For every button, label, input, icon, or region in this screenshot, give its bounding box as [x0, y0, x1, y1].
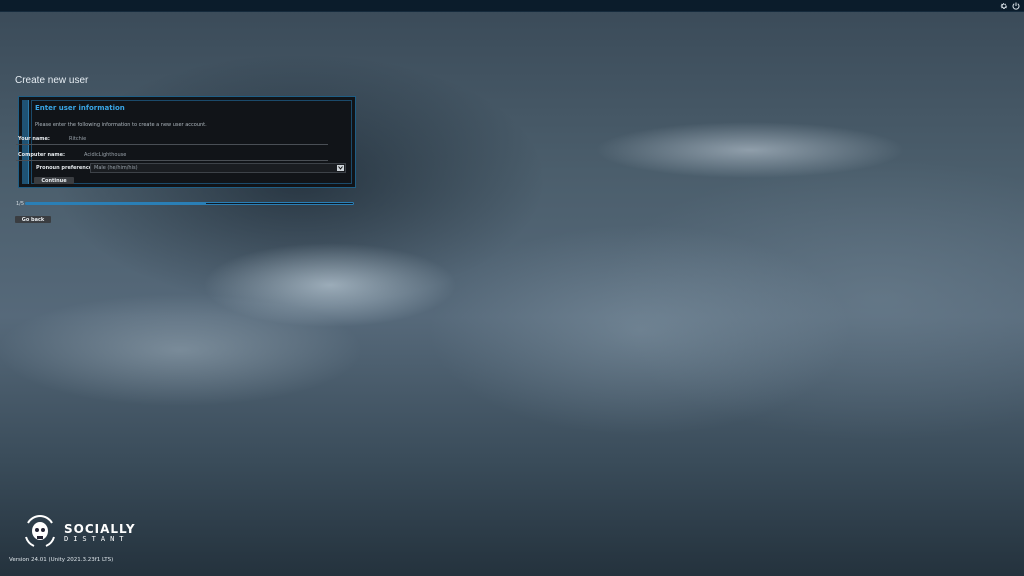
app-logo: SOCIALLY DISTANT	[20, 515, 136, 551]
step-indicator: 1/5	[16, 201, 25, 207]
progress-fill	[26, 203, 206, 204]
pronoun-select[interactable]: Male (he/him/his)	[90, 163, 346, 173]
power-icon[interactable]	[1012, 2, 1020, 10]
top-bar-icons	[1000, 0, 1020, 11]
page-title: Create new user	[15, 75, 89, 86]
logo-line2: DISTANT	[64, 535, 129, 543]
computer-name-underline	[16, 160, 328, 161]
top-bar	[0, 0, 1024, 12]
name-field[interactable]: Your name: Ritchie	[16, 134, 328, 145]
computer-name-label: Computer name:	[18, 152, 65, 158]
logo-line1: SOCIALLY	[64, 522, 136, 536]
gear-icon[interactable]	[1000, 2, 1008, 10]
pronoun-selected-value: Male (he/him/his)	[94, 165, 138, 171]
chevron-down-icon[interactable]	[337, 165, 344, 171]
name-label: Your name:	[18, 136, 50, 142]
progress-bar	[25, 202, 354, 205]
continue-button[interactable]: Continue	[34, 177, 74, 184]
go-back-button[interactable]: Go back	[15, 216, 51, 223]
version-label: Version 24.01 (Unity 2021.3.23f1 LTS)	[9, 557, 114, 563]
panel-description: Please enter the following information t…	[35, 122, 207, 128]
pronoun-label: Pronoun preference:	[36, 165, 95, 171]
name-input[interactable]: Ritchie	[69, 136, 86, 142]
biohazard-skull-icon	[20, 513, 60, 553]
computer-name-input[interactable]: AcidicLighthouse	[84, 152, 126, 158]
panel-heading: Enter user information	[35, 104, 125, 112]
computer-name-field[interactable]: Computer name: AcidicLighthouse	[16, 150, 328, 161]
name-underline	[16, 144, 328, 145]
